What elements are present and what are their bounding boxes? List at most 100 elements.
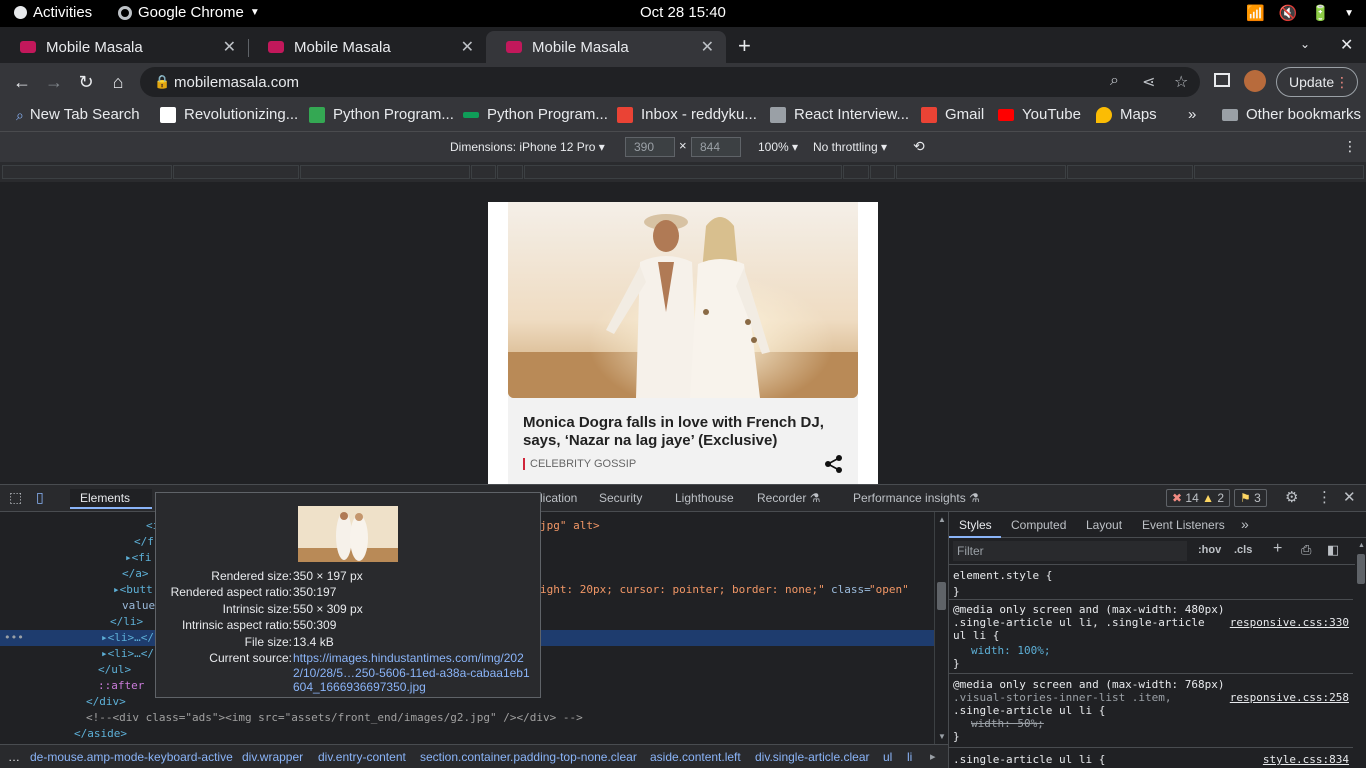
device-toggle-icon[interactable]: ▯	[36, 489, 44, 506]
bookmark-youtube[interactable]: YouTube	[998, 106, 1081, 123]
hov-toggle[interactable]: :hov	[1198, 544, 1221, 556]
article-headline[interactable]: Monica Dogra falls in love with French D…	[523, 414, 833, 450]
tab-application[interactable]: lication	[540, 491, 577, 505]
breadcrumb-overflow[interactable]: …	[8, 750, 20, 764]
tab-2[interactable]: Mobile Masala ✕	[248, 31, 486, 63]
tooltip-source-link[interactable]: https://images.hindustantimes.com/img/20…	[293, 651, 533, 695]
dom-line[interactable]: ▸<fi	[125, 550, 152, 566]
dom-line[interactable]: </f	[134, 534, 154, 550]
bookmark-revolutionizing[interactable]: Revolutionizing...	[160, 106, 298, 123]
article-category[interactable]: CELEBRITY GOSSIP	[523, 458, 636, 470]
scroll-up-icon[interactable]: ▲	[1358, 542, 1365, 549]
other-bookmarks[interactable]: Other bookmarks	[1222, 106, 1361, 123]
breadcrumb-item[interactable]: div.single-article.clear	[755, 750, 870, 764]
profile-avatar[interactable]	[1244, 70, 1266, 92]
source-link[interactable]: style.css:834	[1263, 753, 1349, 766]
bookmark-gmail[interactable]: Gmail	[921, 106, 984, 123]
zoom-select[interactable]: 100% ▾	[758, 140, 798, 154]
more-tabs-chevron-icon[interactable]: »	[1241, 516, 1249, 532]
system-tray[interactable]: 📶 🔇 🔋 ▼	[1246, 4, 1354, 22]
zoom-search-icon[interactable]: ⌕	[1110, 72, 1119, 90]
media-query-segment[interactable]	[843, 165, 869, 179]
elements-scrollbar[interactable]: ▲ ▼	[934, 512, 948, 744]
media-query-segment[interactable]	[173, 165, 299, 179]
close-tab-icon[interactable]: ✕	[701, 37, 714, 57]
app-menu[interactable]: Google Chrome ▼	[118, 4, 260, 21]
url-text[interactable]: mobilemasala.com	[174, 74, 299, 91]
dom-line[interactable]: value	[122, 598, 155, 614]
close-window-icon[interactable]: ✕	[1340, 35, 1353, 55]
inspect-element-icon[interactable]: ⬚	[9, 489, 22, 506]
tab-lighthouse[interactable]: Lighthouse	[675, 491, 734, 505]
breadcrumb-item[interactable]: section.container.padding-top-none.clear	[420, 750, 637, 764]
tab-event-listeners[interactable]: Event Listeners	[1142, 518, 1225, 532]
rule-declaration-overridden[interactable]: width: 50%;	[953, 717, 1353, 730]
tab-3-active[interactable]: Mobile Masala ✕	[486, 31, 726, 63]
breadcrumb-item[interactable]: li	[907, 750, 912, 764]
style-rule-element[interactable]: element.style { }	[949, 568, 1353, 600]
issue-counts[interactable]: ✖ 14 ▲ 2	[1166, 489, 1231, 507]
media-query-segment[interactable]	[497, 165, 523, 179]
scroll-thumb[interactable]	[937, 582, 946, 610]
tab-security[interactable]: Security	[599, 491, 642, 505]
media-query-segment[interactable]	[300, 165, 470, 179]
breadcrumb-item[interactable]: div.wrapper	[242, 750, 303, 764]
reload-icon[interactable]: ↻	[75, 71, 97, 93]
tab-performance-insights[interactable]: Performance insights ⚗	[853, 491, 980, 505]
back-icon[interactable]: ←	[11, 71, 33, 93]
style-rule-480[interactable]: @media only screen and (max-width: 480px…	[949, 603, 1353, 674]
article-image[interactable]	[508, 202, 858, 398]
styles-filter-input[interactable]: Filter	[953, 541, 1187, 561]
scroll-thumb[interactable]	[1357, 554, 1365, 584]
style-rule-768[interactable]: @media only screen and (max-width: 768px…	[949, 678, 1353, 748]
scroll-up-icon[interactable]: ▲	[938, 515, 946, 524]
device-height-input[interactable]: 844	[691, 137, 741, 157]
close-tab-icon[interactable]: ✕	[461, 37, 474, 57]
activities-button[interactable]: Activities	[14, 4, 92, 21]
styles-scrollbar[interactable]: ▲	[1355, 538, 1366, 768]
tab-layout[interactable]: Layout	[1086, 518, 1122, 532]
media-query-segment[interactable]	[2, 165, 172, 179]
bookmark-inbox[interactable]: Inbox - reddyku...	[617, 106, 757, 123]
settings-gear-icon[interactable]: ⚙	[1285, 488, 1298, 506]
media-query-segment[interactable]	[1067, 165, 1193, 179]
dom-line[interactable]: </ul>	[98, 662, 131, 678]
dom-line-comment[interactable]: <!--<div class="ads"><img src="assets/fr…	[86, 710, 583, 726]
bookmark-python-program-2[interactable]: Python Program...	[463, 106, 608, 123]
rotate-icon[interactable]: ⟲	[913, 138, 925, 155]
tab-computed[interactable]: Computed	[1011, 518, 1066, 532]
rule-declaration[interactable]: width: 100%;	[953, 644, 1353, 657]
dom-line[interactable]: </li>	[110, 614, 143, 630]
breadcrumb-scroll-right-icon[interactable]: ▸	[930, 750, 936, 763]
article-card[interactable]: Monica Dogra falls in love with French D…	[508, 202, 858, 484]
node-ellipsis-icon[interactable]: •••	[4, 630, 24, 646]
scroll-down-icon[interactable]: ▼	[938, 732, 946, 741]
media-query-segment[interactable]	[471, 165, 496, 179]
device-select[interactable]: Dimensions: iPhone 12 Pro ▾	[450, 140, 605, 154]
address-bar[interactable]: 🔒 mobilemasala.com ⌕ ⋖ ☆	[140, 67, 1200, 97]
bookmark-python-program-1[interactable]: Python Program...	[309, 106, 454, 123]
dom-attr-fragment[interactable]: ight: 20px; cursor: pointer; border: non…	[540, 582, 825, 598]
dom-line-selected[interactable]: ▸<li>…</	[101, 630, 154, 646]
dom-attr-fragment[interactable]: jpg" alt>	[540, 518, 600, 534]
source-link[interactable]: responsive.css:258	[1230, 691, 1349, 704]
breadcrumb-item[interactable]: ul	[883, 750, 892, 764]
bookmark-react-interview[interactable]: React Interview...	[770, 106, 909, 123]
tab-search-chevron-icon[interactable]: ⌄	[1300, 37, 1310, 51]
media-query-segment[interactable]	[524, 165, 842, 179]
breadcrumb-item[interactable]: de-mouse.amp-mode-keyboard-active	[30, 750, 233, 764]
throttling-select[interactable]: No throttling ▾	[813, 140, 887, 154]
tab-styles[interactable]: Styles	[959, 518, 992, 532]
dom-attr-fragment[interactable]: "open"	[869, 582, 909, 598]
toggle-sidebar-icon[interactable]: ◧	[1327, 542, 1339, 558]
dom-line[interactable]: </aside>	[74, 726, 127, 742]
dom-line[interactable]: </div>	[86, 694, 126, 710]
new-tab-button[interactable]: +	[738, 33, 751, 59]
media-query-segment[interactable]	[1194, 165, 1364, 179]
close-devtools-icon[interactable]: ✕	[1343, 488, 1356, 506]
tab-1[interactable]: Mobile Masala ✕	[0, 31, 249, 63]
lock-icon[interactable]: 🔒	[154, 74, 170, 90]
update-button[interactable]: Update ⋮	[1276, 67, 1358, 97]
dom-line[interactable]: ::after	[98, 678, 144, 694]
dom-line[interactable]: ▸<li>…</	[101, 646, 154, 662]
